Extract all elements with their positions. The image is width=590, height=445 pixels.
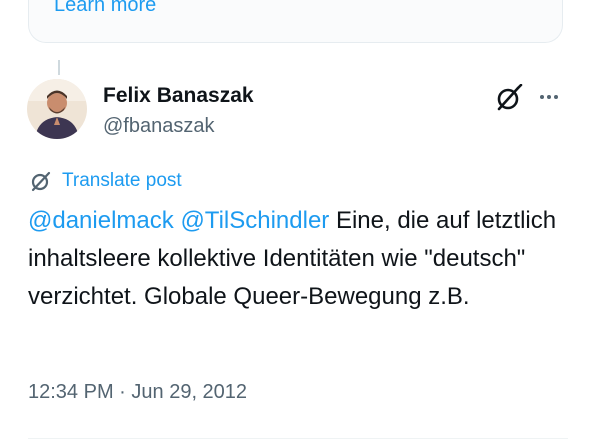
post-time[interactable]: 12:34 PM (28, 381, 114, 403)
post-date[interactable]: Jun 29, 2012 (131, 381, 247, 403)
divider (28, 438, 568, 439)
thread-line (58, 60, 60, 75)
grok-icon[interactable] (494, 83, 524, 114)
timestamp-separator: · (113, 381, 132, 403)
author-handle[interactable]: @fbanaszak (103, 115, 214, 138)
translate-label: Translate post (62, 170, 182, 191)
translate-icon (31, 171, 51, 192)
tweet-detail: Learn more Felix Banaszak @fbanaszak Tra… (0, 0, 590, 445)
avatar[interactable] (27, 79, 87, 139)
mention-tilschindler[interactable]: @TilSchindler (180, 207, 329, 234)
translate-post-button[interactable]: Translate post (30, 170, 182, 192)
more-options-icon[interactable] (534, 84, 564, 110)
tweet-body: @danielmack @TilSchindler Eine, die auf … (28, 202, 568, 316)
mention-danielmack[interactable]: @danielmack (28, 207, 174, 234)
post-timestamp: 12:34 PM · Jun 29, 2012 (28, 381, 247, 404)
learn-more-link[interactable]: Learn more (54, 0, 156, 17)
author-display-name[interactable]: Felix Banaszak (103, 84, 254, 108)
